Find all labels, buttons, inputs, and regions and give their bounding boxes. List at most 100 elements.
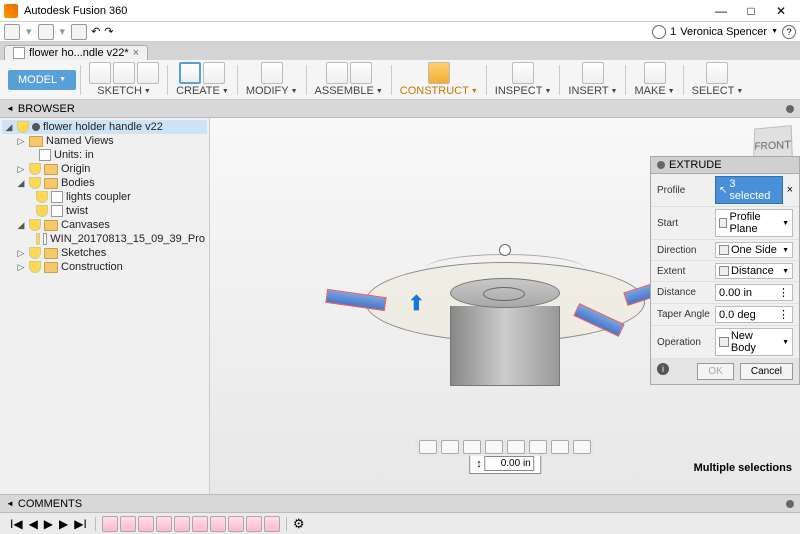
orbit-handle[interactable] [499,244,511,256]
select-tool-icon[interactable] [706,62,728,84]
help-button[interactable]: ? [782,25,796,39]
tree-canvases[interactable]: ◢Canvases [2,218,207,232]
start-dropdown[interactable]: Profile Plane▼ [715,209,793,237]
direction-dropdown[interactable]: One Side▼ [715,242,793,258]
redo-button[interactable]: ↷ [104,25,113,38]
bulb-icon[interactable] [29,247,41,259]
ok-button[interactable]: OK [697,363,733,380]
handle-body[interactable] [325,289,386,311]
insert-group[interactable]: INSERT▼ [568,85,617,97]
timeline-feature-icon[interactable] [192,516,208,532]
extrude-arrow-icon[interactable]: ⬆ [408,291,425,316]
tab-close-icon[interactable]: × [133,47,139,59]
pan-icon[interactable] [441,440,459,454]
info-icon[interactable]: i [657,363,669,375]
timeline-play-button[interactable]: ▶ [42,517,55,531]
assemble-group[interactable]: ASSEMBLE▼ [315,85,383,97]
tree-sketches[interactable]: ▷Sketches [2,246,207,260]
tree-canvas-item[interactable]: WIN_20170813_15_09_39_Pro [2,232,207,246]
revolve-tool-icon[interactable] [203,62,225,84]
profile-selector[interactable]: ↖ 3 selected [715,176,783,204]
timeline-feature-icon[interactable] [102,516,118,532]
tree-units[interactable]: Units: in [2,148,207,162]
line-tool-icon[interactable] [113,62,135,84]
tree-construction[interactable]: ▷Construction [2,260,207,274]
tree-named-views[interactable]: ▷Named Views [2,134,207,148]
timeline-feature-icon[interactable] [210,516,226,532]
bulb-icon[interactable] [36,205,48,217]
grid-icon[interactable] [551,440,569,454]
taper-input[interactable]: 0.0 deg⋮ [715,306,793,323]
insert-tool-icon[interactable] [582,62,604,84]
construct-tool-icon[interactable] [428,62,450,84]
fit-icon[interactable] [485,440,503,454]
comments-options-icon[interactable] [786,500,794,508]
bulb-icon[interactable] [29,177,41,189]
bulb-icon[interactable] [36,233,40,245]
tree-origin[interactable]: ▷Origin [2,162,207,176]
timeline-start-button[interactable]: I◀ [8,517,25,531]
timeline-feature-icon[interactable] [228,516,244,532]
user-name[interactable]: Veronica Spencer [680,26,767,38]
tree-bodies[interactable]: ◢Bodies [2,176,207,190]
undo-button[interactable]: ↶ [91,25,100,38]
distance-input[interactable]: 0.00 in⋮ [715,284,793,301]
rect-tool-icon[interactable] [137,62,159,84]
tree-body-lights[interactable]: lights coupler [2,190,207,204]
bulb-icon[interactable] [36,191,48,203]
tree-body-twist[interactable]: twist [2,204,207,218]
dimension-field[interactable] [484,456,534,471]
make-group[interactable]: MAKE▼ [634,85,674,97]
make-tool-icon[interactable] [644,62,666,84]
clear-selection-icon[interactable]: × [787,184,793,196]
bulb-icon[interactable] [17,121,29,133]
close-button[interactable]: ✕ [766,4,796,18]
file-icon[interactable] [38,24,54,40]
select-group[interactable]: SELECT▼ [692,85,744,97]
operation-dropdown[interactable]: New Body▼ [715,328,793,356]
extrude-tool-icon[interactable] [179,62,201,84]
workspace-switcher[interactable]: MODEL ▼ [8,70,76,90]
create-group[interactable]: CREATE▼ [176,85,229,97]
dimension-input[interactable]: ↕ [469,453,541,474]
timeline-feature-icon[interactable] [138,516,154,532]
timeline-end-button[interactable]: ▶I [72,517,89,531]
document-tab[interactable]: flower ho...ndle v22* × [4,45,148,60]
look-icon[interactable] [507,440,525,454]
cancel-button[interactable]: Cancel [740,363,793,380]
notification-count[interactable]: 1 [670,26,676,38]
handle-body[interactable] [573,303,624,337]
orbit-icon[interactable] [419,440,437,454]
construct-group[interactable]: CONSTRUCT▼ [400,85,478,97]
bulb-icon[interactable] [29,219,41,231]
clock-icon[interactable] [652,25,666,39]
save-icon[interactable] [71,24,87,40]
browser-options-icon[interactable] [786,105,794,113]
modify-tool-icon[interactable] [261,62,283,84]
timeline-next-button[interactable]: ▶ [57,517,70,531]
bulb-icon[interactable] [29,163,41,175]
timeline-feature-icon[interactable] [246,516,262,532]
grid-icon[interactable] [4,24,20,40]
sketch-tool-icon[interactable] [89,62,111,84]
minimize-button[interactable]: — [706,4,736,18]
inspect-tool-icon[interactable] [512,62,534,84]
timeline-settings-icon[interactable]: ⚙ [293,516,305,532]
bulb-icon[interactable] [29,261,41,273]
joint-tool-icon[interactable] [350,62,372,84]
tree-root[interactable]: ◢flower holder handle v22 [2,120,207,134]
viewport-icon[interactable] [573,440,591,454]
comments-collapse-icon[interactable]: ◄ [6,499,14,508]
timeline-feature-icon[interactable] [264,516,280,532]
zoom-icon[interactable] [463,440,481,454]
timeline-feature-icon[interactable] [174,516,190,532]
timeline-prev-button[interactable]: ◀ [27,517,40,531]
modify-group[interactable]: MODIFY▼ [246,85,298,97]
inspect-group[interactable]: INSPECT▼ [495,85,552,97]
assemble-tool-icon[interactable] [326,62,348,84]
sketch-group[interactable]: SKETCH▼ [97,85,151,97]
timeline-feature-icon[interactable] [120,516,136,532]
browser-collapse-icon[interactable]: ◄ [6,104,14,113]
maximize-button[interactable]: □ [736,4,766,18]
display-icon[interactable] [529,440,547,454]
